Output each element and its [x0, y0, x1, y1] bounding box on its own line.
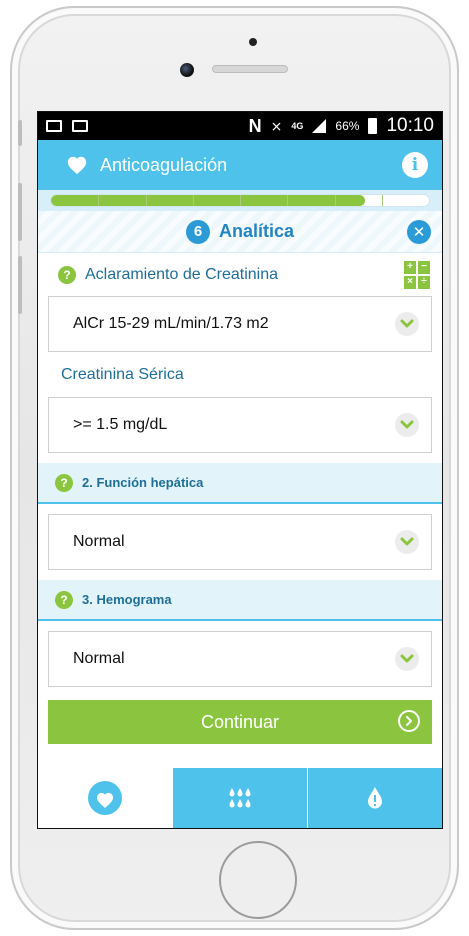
calc-times: × — [404, 275, 416, 289]
drops-grid-icon — [229, 788, 251, 808]
signal-icon — [312, 119, 327, 133]
earpiece-speaker — [212, 65, 288, 73]
chevron-down-icon — [395, 312, 419, 336]
mute-icon: ⨯ — [270, 117, 283, 134]
hemogram-select[interactable]: Normal — [48, 631, 432, 687]
continue-label: Continuar — [200, 711, 280, 732]
progress-tick — [381, 195, 383, 206]
battery-percentage: 66% — [335, 119, 360, 133]
volume-down-button — [18, 256, 22, 314]
hemogram-select-value: Normal — [73, 650, 125, 667]
progress-tick — [192, 195, 194, 206]
heart-icon — [88, 781, 122, 815]
calc-divide: ÷ — [418, 275, 430, 289]
app-title: Anticoagulación — [100, 154, 228, 175]
help-icon[interactable]: ? — [55, 590, 73, 609]
hemogram-title: 3. Hemograma — [82, 592, 172, 607]
progress-tick — [287, 195, 289, 206]
progress-bar-container — [38, 190, 442, 211]
phone-screen: N ⨯ 4G 66% 10:10 Anticoagulación i 6 Ana… — [37, 111, 443, 829]
clearance-select[interactable]: AlCr 15-29 mL/min/1.73 m2 — [48, 296, 432, 352]
progress-tick — [334, 195, 336, 206]
calc-minus: − — [418, 260, 430, 274]
hemogram-group-header: ? 3. Hemograma — [38, 580, 442, 621]
clearance-select-value: AlCr 15-29 mL/min/1.73 m2 — [73, 315, 269, 332]
close-icon[interactable]: ✕ — [407, 220, 431, 244]
nfc-icon: N — [248, 115, 262, 136]
continue-button[interactable]: Continuar — [48, 700, 432, 744]
nav-tab-bleeding[interactable] — [307, 768, 442, 828]
chevron-down-icon — [395, 413, 419, 437]
step-number-badge: 6 — [185, 219, 210, 244]
volume-up-button — [18, 183, 22, 241]
image-notification-icon — [72, 120, 88, 132]
section-title: Analítica — [218, 221, 295, 241]
hepatic-title: 2. Función hepática — [82, 475, 204, 490]
hepatic-select-value: Normal — [73, 533, 125, 550]
hepatic-select[interactable]: Normal — [48, 514, 432, 570]
bottom-navigation — [38, 768, 442, 828]
mail-notification-icon — [46, 120, 62, 132]
info-icon[interactable]: i — [402, 152, 428, 178]
arrow-right-icon — [398, 710, 420, 732]
progress-tick — [98, 195, 100, 206]
creatinine-select[interactable]: >= 1.5 mg/dL — [48, 397, 432, 453]
creatinine-select-value: >= 1.5 mg/dL — [73, 416, 168, 433]
help-icon[interactable]: ? — [58, 265, 76, 284]
progress-tick — [145, 195, 147, 206]
drop-exclamation-icon — [368, 787, 382, 809]
calculator-icon[interactable]: + − × ÷ — [404, 260, 430, 289]
creatinine-label: Creatinina Sérica — [61, 365, 184, 383]
clearance-question-row: ? Aclaramiento de Creatinina + − × ÷ — [38, 253, 442, 296]
app-bar: Anticoagulación i — [38, 140, 442, 190]
nav-tab-anticoagulation[interactable] — [38, 768, 172, 828]
battery-icon — [368, 118, 378, 134]
status-time: 10:10 — [386, 115, 434, 136]
proximity-sensor — [249, 38, 257, 46]
network-type: 4G — [291, 120, 304, 131]
heart-drop-icon — [67, 156, 87, 175]
hepatic-group-header: ? 2. Función hepática — [38, 463, 442, 504]
clearance-label: Aclaramiento de Creatinina — [85, 265, 278, 283]
chevron-down-icon — [395, 530, 419, 554]
progress-bar — [50, 194, 430, 207]
chevron-down-icon — [395, 647, 419, 671]
nav-tab-drops[interactable] — [172, 768, 307, 828]
help-icon[interactable]: ? — [55, 473, 73, 492]
calc-plus: + — [404, 260, 416, 274]
section-header: 6 Analítica ✕ — [38, 211, 442, 253]
status-bar: N ⨯ 4G 66% 10:10 — [38, 112, 442, 140]
home-button[interactable] — [219, 841, 297, 919]
mute-switch — [18, 120, 22, 146]
progress-tick — [240, 195, 241, 206]
front-camera — [180, 63, 194, 77]
